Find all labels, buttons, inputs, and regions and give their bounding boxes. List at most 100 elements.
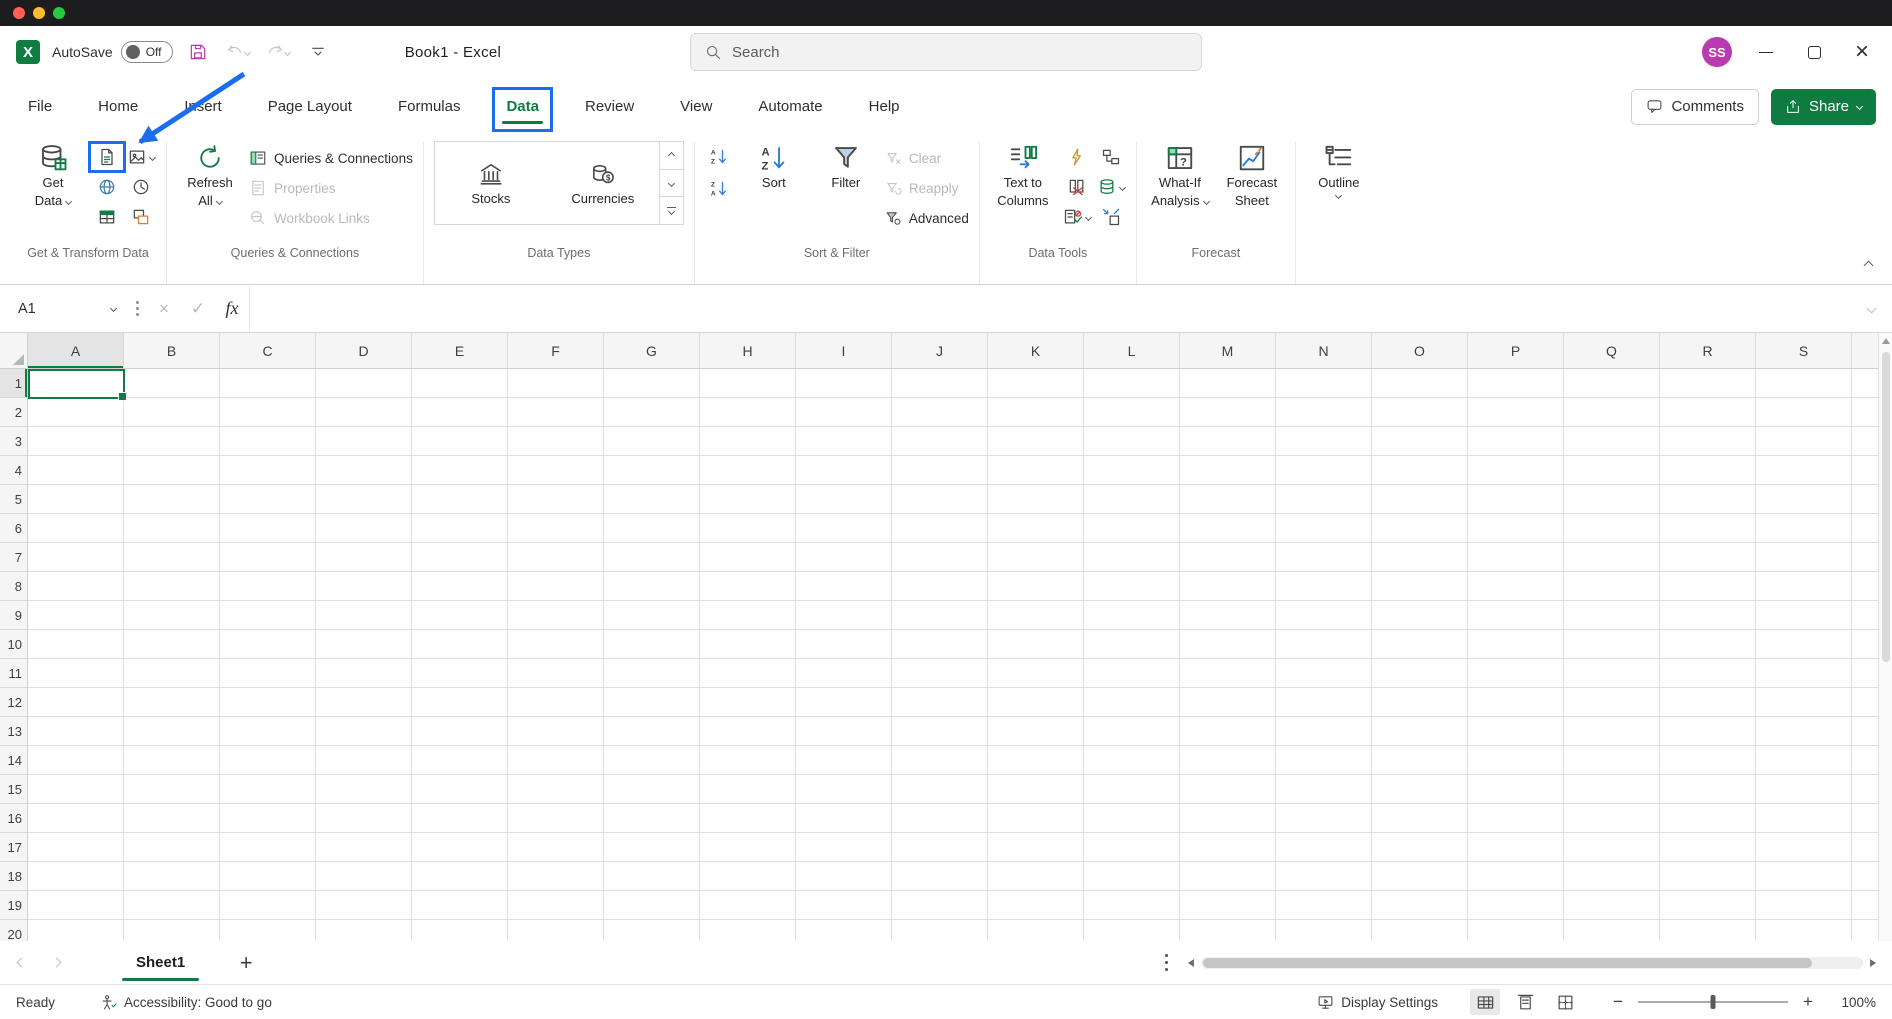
insert-function-button[interactable]: fx — [215, 285, 249, 332]
tab-home[interactable]: Home — [96, 92, 140, 121]
row-header-9[interactable]: 9 — [0, 601, 27, 630]
add-sheet-button[interactable]: + — [231, 948, 261, 978]
autosave-toggle[interactable]: Off — [121, 41, 173, 63]
tab-data[interactable]: Data — [504, 92, 541, 121]
comments-button[interactable]: Comments — [1631, 89, 1759, 125]
row-header-12[interactable]: 12 — [0, 688, 27, 717]
sheet-options-button[interactable] — [1165, 954, 1189, 972]
what-if-analysis-button[interactable]: ? What-If Analysis — [1147, 141, 1213, 209]
sort-za-button[interactable]: ZA — [705, 175, 735, 203]
row-header-14[interactable]: 14 — [0, 746, 27, 775]
row-header-16[interactable]: 16 — [0, 804, 27, 833]
tab-view[interactable]: View — [678, 92, 714, 121]
redo-button[interactable] — [263, 37, 293, 67]
horizontal-scroll-track[interactable] — [1201, 957, 1863, 969]
properties-button[interactable]: Properties — [249, 173, 413, 203]
from-table-range-button[interactable] — [92, 203, 122, 231]
row-header-1[interactable]: 1 — [0, 369, 27, 398]
row-header-20[interactable]: 20 — [0, 920, 27, 941]
formula-input[interactable] — [249, 285, 1850, 332]
tab-automate[interactable]: Automate — [756, 92, 824, 121]
save-button[interactable] — [183, 37, 213, 67]
row-header-4[interactable]: 4 — [0, 456, 27, 485]
column-header-G[interactable]: G — [604, 333, 700, 368]
row-header-13[interactable]: 13 — [0, 717, 27, 746]
zoom-out-button[interactable]: − — [1608, 992, 1628, 1012]
row-header-8[interactable]: 8 — [0, 572, 27, 601]
column-header-Q[interactable]: Q — [1564, 333, 1660, 368]
avatar[interactable]: SS — [1702, 37, 1732, 67]
consolidate-button[interactable] — [1096, 203, 1126, 231]
expand-formula-bar-button[interactable] — [1850, 285, 1892, 332]
tab-review[interactable]: Review — [583, 92, 636, 121]
sheet-tab-sheet1[interactable]: Sheet1 — [116, 941, 205, 984]
column-header-F[interactable]: F — [508, 333, 604, 368]
filter-button[interactable]: Filter — [813, 141, 879, 191]
get-data-button[interactable]: Get Data — [20, 141, 86, 209]
display-settings-button[interactable]: Display Settings — [1317, 994, 1438, 1011]
select-all-corner[interactable] — [0, 333, 28, 369]
row-header-7[interactable]: 7 — [0, 543, 27, 572]
relationships-button[interactable] — [1096, 143, 1126, 171]
previous-sheet-button[interactable] — [17, 958, 27, 968]
zoom-percentage[interactable]: 100% — [1828, 995, 1876, 1010]
collapse-ribbon-button[interactable] — [1865, 256, 1872, 274]
currencies-button[interactable]: $ Currencies — [547, 142, 659, 224]
row-header-15[interactable]: 15 — [0, 775, 27, 804]
formula-bar-drag-handle[interactable] — [128, 301, 147, 316]
cancel-button[interactable]: × — [147, 285, 181, 332]
text-to-columns-button[interactable]: Text to Columns — [990, 141, 1056, 209]
zoom-slider-thumb[interactable] — [1711, 995, 1716, 1009]
workbook-links-button[interactable]: Workbook Links — [249, 203, 413, 233]
search-input[interactable]: Search — [690, 33, 1202, 71]
sort-button[interactable]: AZ Sort — [741, 141, 807, 191]
column-header-S[interactable]: S — [1756, 333, 1852, 368]
name-box[interactable]: A1 — [0, 285, 128, 332]
tab-page-layout[interactable]: Page Layout — [266, 92, 354, 121]
column-header-D[interactable]: D — [316, 333, 412, 368]
page-break-view-button[interactable] — [1550, 989, 1580, 1015]
customize-toolbar-button[interactable] — [303, 37, 333, 67]
accessibility-status[interactable]: Accessibility: Good to go — [100, 994, 272, 1011]
outline-button[interactable]: Outline — [1306, 141, 1372, 198]
row-header-18[interactable]: 18 — [0, 862, 27, 891]
column-header-N[interactable]: N — [1276, 333, 1372, 368]
column-header-C[interactable]: C — [220, 333, 316, 368]
column-header-B[interactable]: B — [124, 333, 220, 368]
column-header-H[interactable]: H — [700, 333, 796, 368]
maximize-button[interactable] — [1800, 38, 1828, 66]
close-button[interactable]: × — [1848, 38, 1876, 66]
column-header-I[interactable]: I — [796, 333, 892, 368]
column-header-A[interactable]: A — [28, 333, 124, 368]
excel-app-icon[interactable]: X — [16, 40, 40, 64]
tab-help[interactable]: Help — [867, 92, 902, 121]
from-web-button[interactable] — [92, 173, 122, 201]
queries-connections-button[interactable]: Queries & Connections — [249, 143, 413, 173]
column-header-T[interactable]: T — [1852, 333, 1878, 368]
horizontal-scrollbar[interactable] — [1188, 956, 1876, 970]
next-sheet-button[interactable] — [52, 958, 62, 968]
row-header-11[interactable]: 11 — [0, 659, 27, 688]
remove-duplicates-button[interactable] — [1062, 173, 1092, 201]
column-header-M[interactable]: M — [1180, 333, 1276, 368]
scroll-right-icon[interactable] — [1870, 959, 1876, 967]
column-header-R[interactable]: R — [1660, 333, 1756, 368]
minimize-traffic-light[interactable] — [33, 7, 45, 19]
tab-file[interactable]: File — [26, 92, 54, 121]
row-header-6[interactable]: 6 — [0, 514, 27, 543]
flash-fill-button[interactable] — [1062, 143, 1092, 171]
close-traffic-light[interactable] — [13, 7, 25, 19]
tab-formulas[interactable]: Formulas — [396, 92, 463, 121]
data-validation-button[interactable] — [1062, 203, 1092, 231]
column-header-L[interactable]: L — [1084, 333, 1180, 368]
zoom-slider[interactable] — [1638, 1001, 1788, 1003]
stocks-button[interactable]: Stocks — [435, 142, 547, 224]
zoom-in-button[interactable]: + — [1798, 992, 1818, 1012]
advanced-filter-button[interactable]: Advanced — [885, 203, 969, 233]
row-header-2[interactable]: 2 — [0, 398, 27, 427]
enter-button[interactable]: ✓ — [181, 285, 215, 332]
tab-insert[interactable]: Insert — [182, 92, 224, 121]
vertical-scroll-thumb[interactable] — [1882, 352, 1890, 662]
column-header-K[interactable]: K — [988, 333, 1084, 368]
row-header-10[interactable]: 10 — [0, 630, 27, 659]
